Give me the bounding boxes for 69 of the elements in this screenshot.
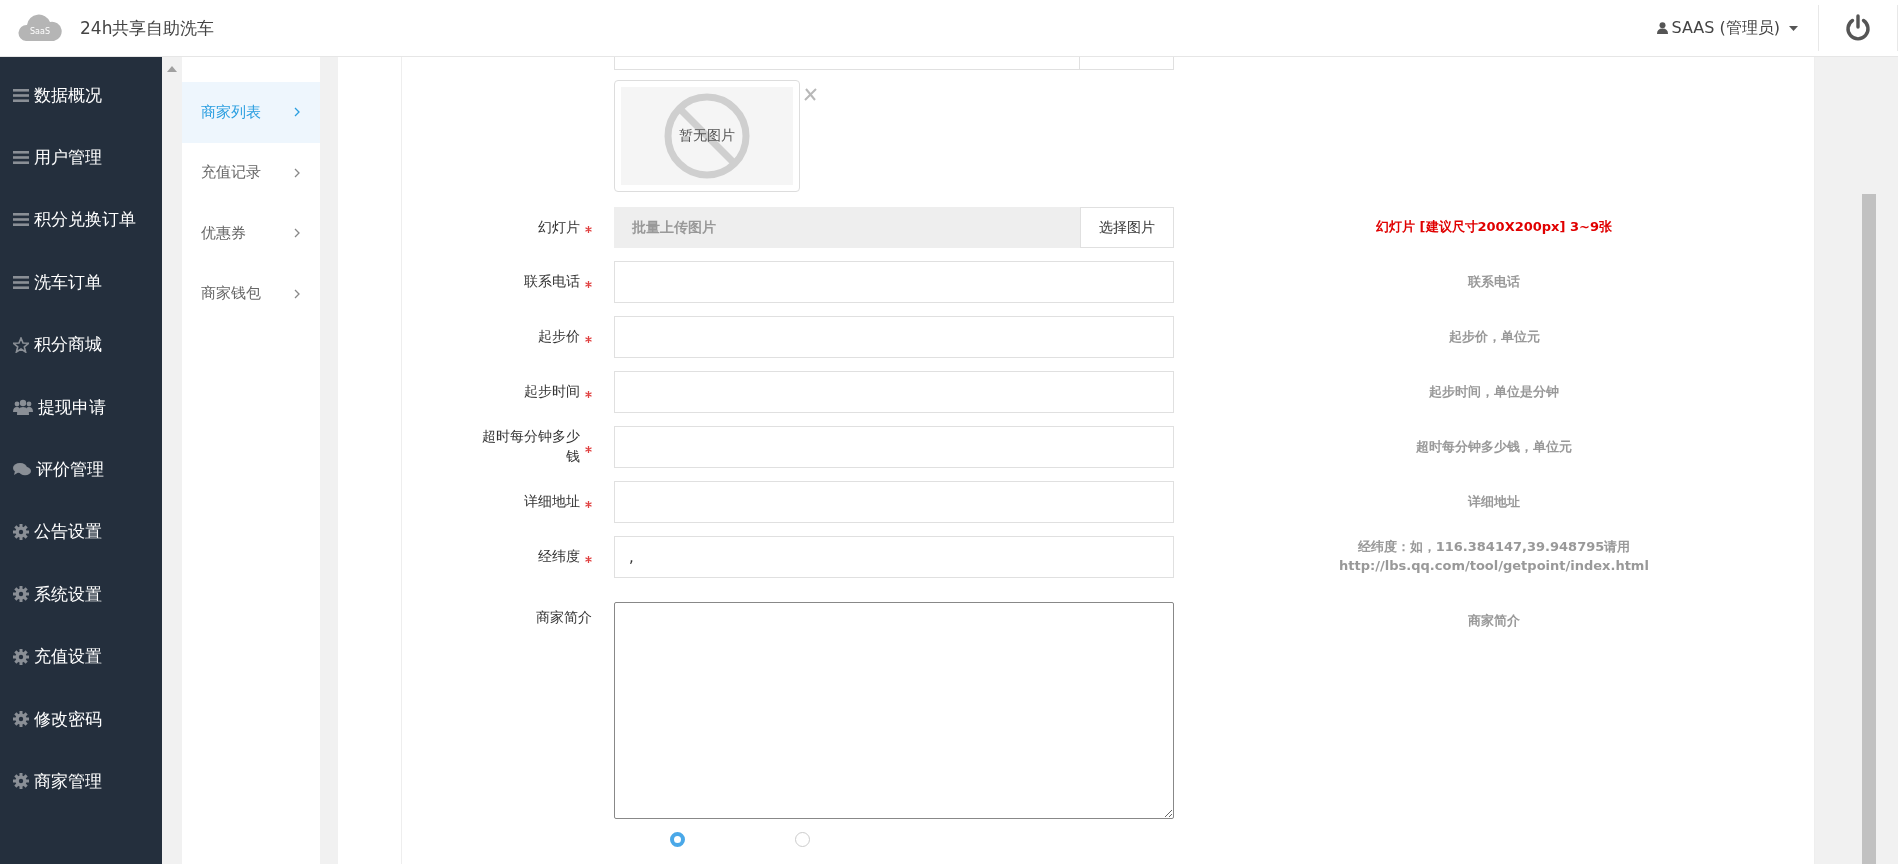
sidebar-item[interactable]: 洗车订单 bbox=[0, 251, 162, 314]
field-label: 商家简介 bbox=[536, 608, 592, 627]
menu-icon bbox=[13, 275, 29, 289]
gear-icon bbox=[13, 523, 29, 540]
gear-icon bbox=[13, 711, 29, 728]
sidebar-item[interactable]: 积分兑换订单 bbox=[0, 188, 162, 252]
field-hint: 联系电话 bbox=[1468, 272, 1520, 291]
field-hint: 起步时间，单位是分钟 bbox=[1429, 382, 1559, 401]
required-icon bbox=[585, 280, 592, 288]
sidebar-item[interactable]: 商家管理 bbox=[0, 750, 162, 813]
sidebar-item[interactable]: 数据概况 bbox=[0, 64, 162, 127]
required-icon bbox=[585, 390, 592, 398]
radio-button[interactable] bbox=[795, 832, 810, 847]
star-icon bbox=[13, 336, 29, 353]
sidebar-item[interactable]: 修改密码 bbox=[0, 687, 162, 751]
menu-icon bbox=[13, 151, 29, 165]
user-icon bbox=[1657, 22, 1669, 34]
field-hint: 起步价，单位元 bbox=[1448, 327, 1540, 346]
field-label: 详细地址 bbox=[524, 492, 580, 512]
close-icon[interactable] bbox=[804, 88, 817, 101]
field-label: 联系电话 bbox=[524, 272, 580, 292]
field-label: 超时每分钟多少钱 bbox=[481, 427, 580, 466]
sidebar-item[interactable]: 充值设置 bbox=[0, 625, 162, 688]
field-label: 幻灯片 bbox=[538, 217, 580, 237]
sidebar-item[interactable]: 积分商城 bbox=[0, 313, 162, 376]
sidebar-item[interactable]: 用户管理 bbox=[0, 126, 162, 189]
submenu-item[interactable]: 商家钱包 bbox=[182, 263, 320, 324]
input-field[interactable]: , bbox=[614, 536, 1174, 578]
field-hint: 经纬度：如，116.384147,39.948795请用http://lbs.qq.com/tool/getpoint/index.html bbox=[1338, 538, 1650, 575]
chevron-right-icon bbox=[294, 288, 300, 299]
power-icon bbox=[1844, 14, 1872, 42]
menu-icon bbox=[13, 88, 29, 102]
comments-icon bbox=[13, 462, 31, 478]
caret-icon bbox=[1789, 25, 1798, 31]
select-image-button[interactable]: 选择图片 bbox=[1080, 207, 1174, 248]
required-icon bbox=[585, 500, 592, 508]
app-title: 24h共享自助洗车 bbox=[80, 16, 215, 40]
required-icon bbox=[585, 445, 592, 453]
scroll-up-icon[interactable] bbox=[167, 66, 177, 72]
gear-icon bbox=[13, 648, 29, 665]
chevron-right-icon bbox=[294, 167, 300, 178]
field-hint: 商家简介 bbox=[1468, 612, 1520, 630]
sidebar-item[interactable]: 系统设置 bbox=[0, 563, 162, 626]
user-menu[interactable]: SAAS (管理员) bbox=[1637, 0, 1818, 57]
submenu-item[interactable]: 优惠券 bbox=[182, 203, 320, 264]
field-label: 经纬度 bbox=[538, 547, 580, 567]
required-icon bbox=[585, 555, 592, 563]
required-icon bbox=[585, 335, 592, 343]
chevron-right-icon bbox=[294, 107, 300, 118]
chevron-right-icon bbox=[294, 228, 300, 239]
sidebar-item[interactable]: 公告设置 bbox=[0, 500, 162, 564]
logo-text: SaaS bbox=[29, 27, 51, 36]
field-label: 起步价 bbox=[538, 327, 580, 347]
sidebar-item[interactable]: 提现申请 bbox=[0, 375, 162, 439]
required-icon bbox=[585, 226, 592, 233]
no-image-icon bbox=[663, 92, 751, 180]
field-hint: 超时每分钟多少钱，单位元 bbox=[1416, 437, 1572, 456]
gear-icon bbox=[13, 586, 29, 603]
submenu-item[interactable]: 充值记录 bbox=[182, 142, 320, 203]
field-hint: 幻灯片 [建议尺寸200X200px] 3~9张 bbox=[1376, 218, 1612, 237]
field-label: 起步时间 bbox=[524, 382, 580, 402]
textarea-field[interactable] bbox=[614, 602, 1174, 819]
field-hint: 详细地址 bbox=[1468, 492, 1520, 511]
gear-icon bbox=[13, 773, 29, 790]
radio-button[interactable] bbox=[670, 832, 685, 847]
menu-icon bbox=[13, 213, 29, 227]
no-image-text: 暂无图片 bbox=[679, 127, 735, 145]
users-icon bbox=[13, 399, 33, 416]
sidebar-item[interactable]: 评价管理 bbox=[0, 438, 162, 501]
